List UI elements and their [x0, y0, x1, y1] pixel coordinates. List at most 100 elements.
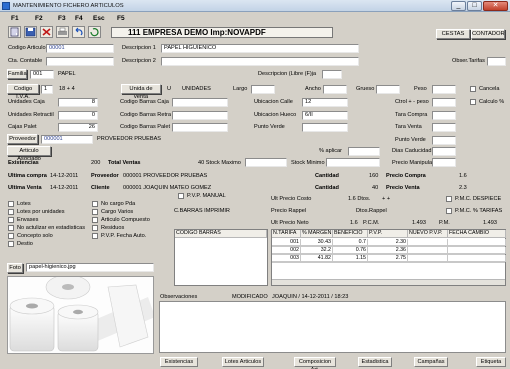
pvp-fecha-auto-checkbox[interactable]: [92, 233, 98, 239]
maximize-button[interactable]: □: [467, 1, 482, 11]
function-key-bar: F1 F2 F3 F4 Esc F5: [0, 12, 510, 24]
proveedor-code-field[interactable]: 000001: [41, 135, 93, 144]
familia-button[interactable]: Familia: [7, 69, 27, 79]
tarifa-cell: 001: [272, 239, 301, 246]
familia-code-field[interactable]: 001: [30, 70, 54, 79]
ubicacion-hueco-field[interactable]: 6/II: [302, 111, 348, 120]
largo-field[interactable]: [251, 85, 275, 94]
cta-contable-field[interactable]: [46, 57, 114, 66]
new-icon[interactable]: [8, 26, 21, 38]
observaciones-textarea[interactable]: [159, 301, 506, 353]
dias-caducidad-field[interactable]: [432, 147, 456, 156]
lotes-articulos-button[interactable]: Lotes Articulos: [222, 357, 264, 367]
articulo-asociado-button[interactable]: Articulo Asociado: [7, 146, 51, 162]
cargo-varios-checkbox[interactable]: [92, 209, 98, 215]
etiqueta-button[interactable]: Etiqueta: [476, 357, 506, 367]
stock-maximo-field[interactable]: [245, 158, 287, 167]
codigo-barras-caja-field[interactable]: [172, 98, 228, 107]
cestas-button[interactable]: CESTAS: [436, 29, 470, 39]
save-icon[interactable]: [24, 26, 37, 38]
ubicacion-calle-field[interactable]: 12: [302, 98, 348, 107]
unidades-retractil-field[interactable]: 0: [58, 111, 98, 120]
envases-checkbox[interactable]: [8, 217, 14, 223]
tarifa-cell: 1.15: [333, 255, 368, 262]
undo-icon[interactable]: [72, 26, 85, 38]
codigo-articulo-field[interactable]: 00001: [46, 44, 114, 53]
fkey-f5[interactable]: F5: [117, 15, 125, 22]
codigo-iva-button[interactable]: Codigo I.V.A.: [7, 84, 39, 100]
cancela-checkbox[interactable]: [470, 86, 476, 92]
pvp-manual-checkbox[interactable]: [178, 193, 184, 199]
concepto-solo-checkbox[interactable]: [8, 233, 14, 239]
punto-verde2-field[interactable]: [432, 136, 456, 145]
proveedor-button[interactable]: Proveedor: [7, 134, 38, 144]
tarifas-grid[interactable]: N.TARIFA % MARGEN BENEFICIO P.V.P. NUEVO…: [271, 229, 506, 286]
descripcion1-field[interactable]: PAPEL HIGUIENICO: [161, 44, 359, 53]
cliente-value: 000001 JOAQUIN MATEO GOMEZ: [123, 185, 212, 191]
close-button[interactable]: ✕: [483, 1, 508, 11]
foto-button[interactable]: Foto: [7, 263, 23, 273]
precio-compra-label: Precio Compra: [386, 173, 426, 179]
calculo-checkbox[interactable]: [470, 99, 476, 105]
table-row[interactable]: 003 41.82 1.15 2.75: [272, 255, 506, 263]
fkey-f1[interactable]: F1: [11, 15, 19, 22]
no-actualizar-checkbox[interactable]: [8, 225, 14, 231]
tarifa-cell: 2.30: [368, 239, 408, 246]
precio-manipula-field[interactable]: [432, 158, 456, 167]
residuos-checkbox[interactable]: [92, 225, 98, 231]
no-actualizar-label: No actulizar en estadisticas: [17, 225, 86, 231]
lotes-checkbox[interactable]: [8, 201, 14, 207]
table-row[interactable]: 001 30.43 0.7 2.30: [272, 239, 506, 247]
lotes-unidades-checkbox[interactable]: [8, 209, 14, 215]
dias-caducidad-label: Dias Caducidad: [392, 148, 432, 154]
estadistica-button[interactable]: Estadistica: [358, 357, 392, 367]
tarifa-cell: [448, 239, 506, 246]
foto-filename-field[interactable]: papel-higienico.jpg: [26, 263, 154, 272]
pcm-label: P.C.M.: [363, 220, 380, 226]
existencias-button[interactable]: Existencias: [160, 357, 198, 367]
tara-compra-field[interactable]: [432, 111, 456, 120]
product-photo: [7, 276, 154, 354]
ctrol-peso-field[interactable]: [432, 98, 456, 107]
codigo-barras-retra-field[interactable]: [172, 111, 228, 120]
fkey-f2[interactable]: F2: [35, 15, 43, 22]
aplicar-field[interactable]: [348, 147, 380, 156]
fkey-esc[interactable]: Esc: [93, 15, 105, 22]
punto-verde-field[interactable]: [302, 123, 348, 132]
contador-button[interactable]: CONTADOR: [471, 29, 505, 39]
barcodes-grid[interactable]: CODIGO BARRAS: [174, 229, 268, 286]
delete-icon[interactable]: [40, 26, 53, 38]
print-icon[interactable]: [56, 26, 69, 38]
pmc-despiece-checkbox[interactable]: [446, 196, 452, 202]
unidades-caja-field[interactable]: 8: [58, 98, 98, 107]
fkey-f3[interactable]: F3: [58, 15, 66, 22]
table-row[interactable]: 002 32.2 0.76 2.36: [272, 247, 506, 255]
proveedor2-label: Proveedor: [91, 173, 119, 179]
codigo-barras-palet-field[interactable]: [172, 123, 228, 132]
obser-tarifas-field[interactable]: [487, 57, 506, 66]
pmc-tarifas-checkbox[interactable]: [446, 208, 452, 214]
descripcion2-field[interactable]: [161, 57, 359, 66]
composicion-button[interactable]: Composicion Art.: [294, 357, 336, 369]
descripcion-libre-field[interactable]: [322, 70, 342, 79]
total-ventas-label: Total Ventas: [108, 160, 141, 166]
articulo-compuesto-checkbox[interactable]: [92, 217, 98, 223]
cancela-label: Cancela: [479, 86, 500, 92]
stock-minimo-field[interactable]: [326, 158, 380, 167]
no-cargo-pda-checkbox[interactable]: [92, 201, 98, 207]
cajas-palet-field[interactable]: 26: [58, 123, 98, 132]
minimize-button[interactable]: _: [451, 1, 466, 11]
iva-code-field[interactable]: 1: [41, 85, 53, 94]
fkey-f4[interactable]: F4: [75, 15, 83, 22]
campanas-button[interactable]: Campañas: [414, 357, 448, 367]
refresh-icon[interactable]: [88, 26, 101, 38]
tara-venta-field[interactable]: [432, 123, 456, 132]
peso-field[interactable]: [432, 85, 456, 94]
ancho-field[interactable]: [323, 85, 347, 94]
cantidad2-label: Cantidad: [315, 185, 339, 191]
unidad-venta-button[interactable]: Unida de venta: [121, 84, 161, 100]
grueso-field[interactable]: [376, 85, 400, 94]
destio-checkbox[interactable]: [8, 241, 14, 247]
tarifas-scrollbar[interactable]: [272, 279, 505, 285]
precio-manipula-label: Precio Manipula: [392, 160, 433, 166]
